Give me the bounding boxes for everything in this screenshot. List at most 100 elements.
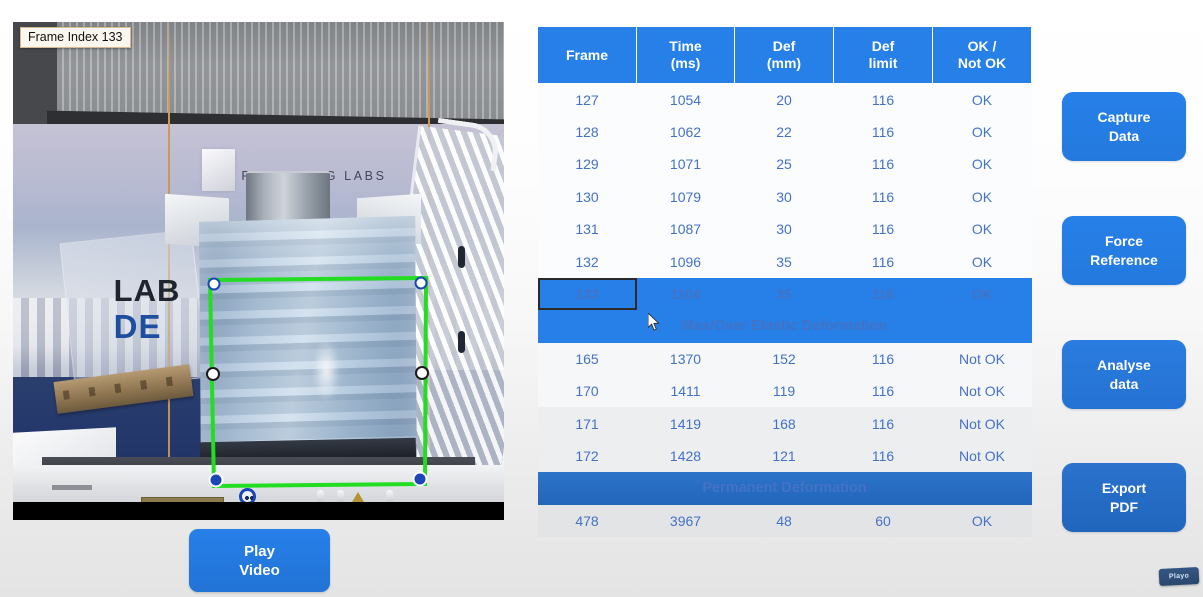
cell-frame[interactable]: 127 xyxy=(537,83,637,116)
cell-def[interactable]: 152 xyxy=(734,342,834,376)
cell-time[interactable]: 1370 xyxy=(636,342,735,376)
cell-time[interactable]: 1411 xyxy=(636,375,735,408)
cell-time[interactable]: 1054 xyxy=(636,83,735,116)
cell-frame[interactable]: 170 xyxy=(537,375,637,408)
cell-def[interactable]: 20 xyxy=(734,83,834,116)
machine-bolt-3 xyxy=(386,490,394,503)
cell-frame[interactable]: 131 xyxy=(537,213,637,246)
header-deflimit-line1: Def xyxy=(871,38,895,54)
cell-time[interactable]: 1071 xyxy=(636,148,735,181)
table-row[interactable]: 130 1079 30 116 OK xyxy=(537,180,1032,214)
cell-frame[interactable]: 171 xyxy=(537,407,637,440)
cell-def[interactable]: 119 xyxy=(734,375,834,408)
column-header-def[interactable]: Def (mm) xyxy=(734,26,834,84)
cell-frame[interactable]: 478 xyxy=(537,504,637,537)
frame-index-label: Frame Index 133 xyxy=(20,27,131,48)
column-header-def-limit[interactable]: Def limit xyxy=(833,26,933,84)
analyse-data-button[interactable]: Analyse data xyxy=(1062,340,1186,409)
cell-def-limit[interactable]: 116 xyxy=(833,148,933,181)
cell-def[interactable]: 121 xyxy=(734,439,834,473)
packaging-labs-logo-icon xyxy=(202,148,236,191)
cell-status[interactable]: Not OK xyxy=(932,439,1032,473)
cell-def-limit[interactable]: 116 xyxy=(833,277,933,311)
cell-frame[interactable]: 133 xyxy=(537,277,637,311)
cell-time[interactable]: 1419 xyxy=(636,407,735,440)
cell-def-limit[interactable]: 116 xyxy=(833,407,933,440)
cell-frame[interactable]: 132 xyxy=(537,245,637,278)
table-row[interactable]: 131 1087 30 116 OK xyxy=(537,213,1032,246)
cell-status[interactable]: Not OK xyxy=(932,375,1032,408)
cell-status[interactable]: Not OK xyxy=(932,407,1032,440)
cell-time[interactable]: 1062 xyxy=(636,115,735,149)
table-row[interactable]: 129 1071 25 116 OK xyxy=(537,148,1032,181)
cell-time[interactable]: 1428 xyxy=(636,439,735,473)
table-row[interactable]: 478 3967 48 60 OK xyxy=(537,504,1032,537)
cell-status[interactable]: OK xyxy=(932,148,1032,181)
cell-def-limit[interactable]: 116 xyxy=(833,83,933,116)
cell-status[interactable]: OK xyxy=(932,180,1032,214)
cell-status[interactable]: OK xyxy=(932,277,1032,311)
cell-def-limit[interactable]: 60 xyxy=(833,504,933,537)
rig-hinge-upper xyxy=(457,246,465,269)
cell-time[interactable]: 3967 xyxy=(636,504,735,537)
cell-time[interactable]: 1104 xyxy=(636,277,735,311)
table-header-row: Frame Time (ms) Def (mm) Def limit OK / … xyxy=(537,26,1032,84)
cell-def-limit[interactable]: 116 xyxy=(833,439,933,473)
cell-status[interactable]: OK xyxy=(932,83,1032,116)
table-row[interactable]: 132 1096 35 116 OK xyxy=(537,245,1032,278)
cell-frame[interactable]: 130 xyxy=(537,180,637,214)
table-row[interactable]: 165 1370 152 116 Not OK xyxy=(537,342,1032,376)
application-root: PACKAGING LABS LAB DE xyxy=(0,0,1203,597)
column-header-frame[interactable]: Frame xyxy=(537,26,637,84)
cell-def[interactable]: 35 xyxy=(734,277,834,311)
playo-watermark-text: Playo xyxy=(1168,572,1190,581)
cell-status[interactable]: Not OK xyxy=(932,342,1032,376)
column-header-status[interactable]: OK / Not OK xyxy=(932,26,1032,84)
cell-def[interactable]: 35 xyxy=(734,245,834,278)
cell-status[interactable]: OK xyxy=(932,245,1032,278)
header-time-line1: Time xyxy=(669,38,702,54)
table-row[interactable]: 171 1419 168 116 Not OK xyxy=(537,407,1032,440)
capture-data-button[interactable]: Capture Data xyxy=(1062,92,1186,161)
force-reference-button[interactable]: Force Reference xyxy=(1062,216,1186,285)
cell-frame[interactable]: 172 xyxy=(537,439,637,473)
cell-def[interactable]: 22 xyxy=(734,115,834,149)
column-header-time[interactable]: Time (ms) xyxy=(636,26,735,84)
export-pdf-label-line1: Export xyxy=(1101,479,1147,496)
load-highlight xyxy=(311,337,341,403)
cell-def-limit[interactable]: 116 xyxy=(833,115,933,149)
cell-status[interactable]: OK xyxy=(932,115,1032,149)
cell-frame[interactable]: 165 xyxy=(537,342,637,376)
cell-def[interactable]: 48 xyxy=(734,504,834,537)
cell-status[interactable]: OK xyxy=(932,504,1032,537)
play-video-button[interactable]: Play Video xyxy=(189,529,330,592)
header-frame-line1: Frame xyxy=(565,46,609,63)
table-row[interactable]: 127 1054 20 116 OK xyxy=(537,83,1032,116)
table-row[interactable]: 133 1104 35 116 OK xyxy=(537,277,1032,311)
cell-def-limit[interactable]: 116 xyxy=(833,342,933,376)
cell-def[interactable]: 30 xyxy=(734,180,834,214)
cell-def-limit[interactable]: 116 xyxy=(833,213,933,246)
table-row[interactable]: 128 1062 22 116 OK xyxy=(537,115,1032,149)
video-preview-panel[interactable]: PACKAGING LABS LAB DE xyxy=(13,22,504,520)
table-row[interactable]: 172 1428 121 116 Not OK xyxy=(537,439,1032,473)
table-row[interactable]: 170 1411 119 116 Not OK xyxy=(537,375,1032,408)
cell-def-limit[interactable]: 116 xyxy=(833,180,933,214)
cell-def-limit[interactable]: 116 xyxy=(833,375,933,408)
cell-status[interactable]: OK xyxy=(932,213,1032,246)
force-reference-label-line1: Force xyxy=(1104,232,1144,249)
table-body: 127 1054 20 116 OK 128 1062 22 116 OK 129 1071 25 116… xyxy=(537,83,1032,537)
section-max-over-elastic-deformation-label: Max/Over Elastic Deformation xyxy=(537,310,1032,343)
cell-def[interactable]: 30 xyxy=(734,213,834,246)
cell-def[interactable]: 168 xyxy=(734,407,834,440)
export-pdf-button[interactable]: Export PDF xyxy=(1062,463,1186,532)
cell-def-limit[interactable]: 116 xyxy=(833,245,933,278)
capture-data-label-line2: Data xyxy=(1108,127,1140,144)
cell-def[interactable]: 25 xyxy=(734,148,834,181)
deformation-data-table[interactable]: Frame Time (ms) Def (mm) Def limit OK / … xyxy=(537,26,1032,537)
cell-time[interactable]: 1096 xyxy=(636,245,735,278)
cell-frame[interactable]: 128 xyxy=(537,115,637,149)
cell-time[interactable]: 1087 xyxy=(636,213,735,246)
cell-time[interactable]: 1079 xyxy=(636,180,735,214)
cell-frame[interactable]: 129 xyxy=(537,148,637,181)
